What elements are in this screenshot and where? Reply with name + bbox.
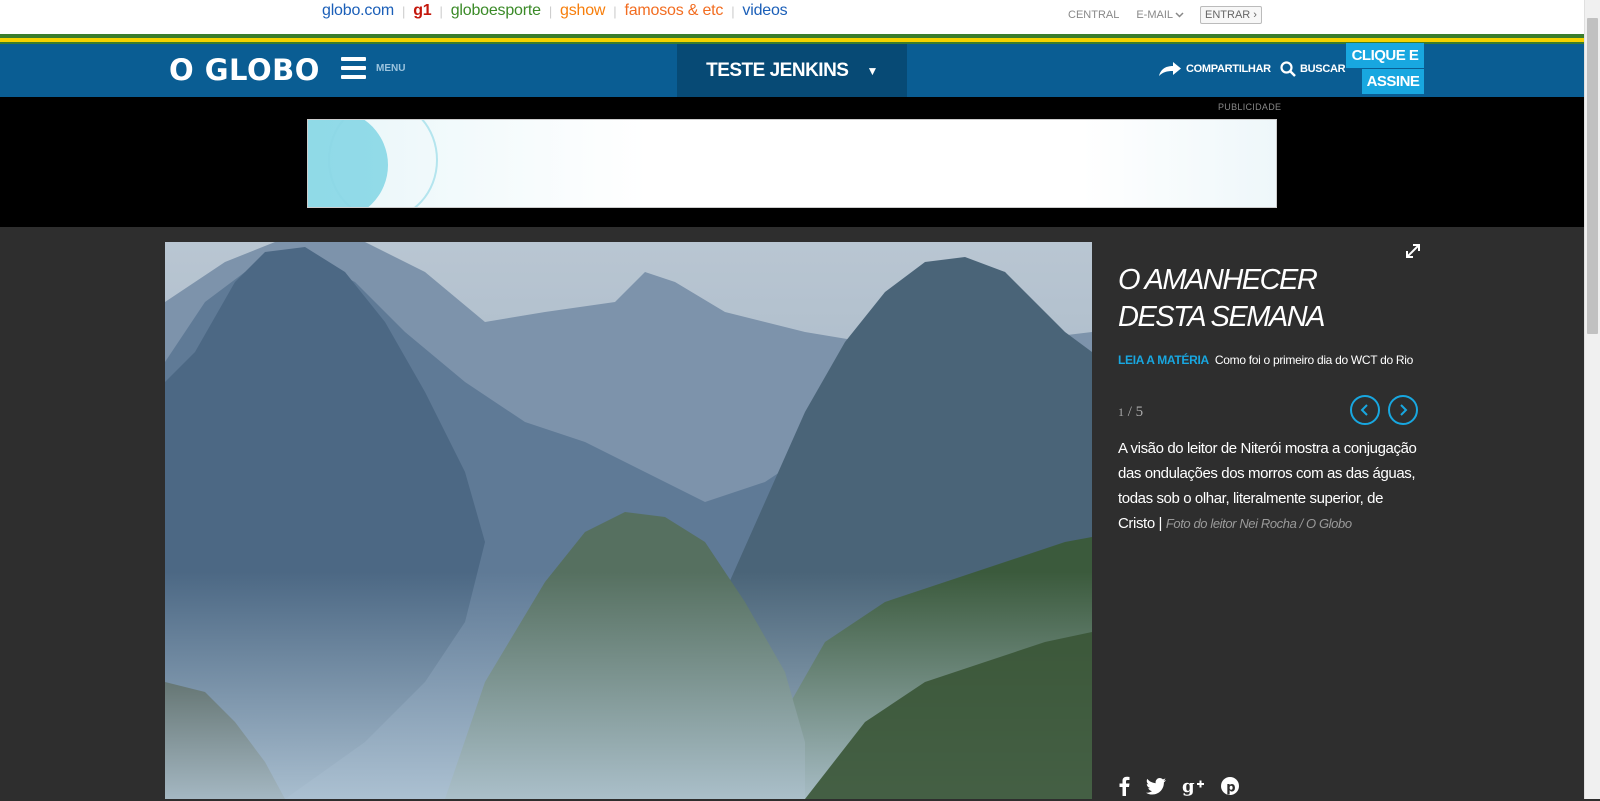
expand-fullscreen-icon[interactable] bbox=[1404, 242, 1422, 260]
subscribe-line1: CLIQUE E bbox=[1346, 43, 1424, 68]
svg-text:g: g bbox=[1182, 776, 1195, 796]
subscribe-line2: ASSINE bbox=[1362, 69, 1424, 94]
gallery-photo[interactable] bbox=[165, 242, 1092, 799]
search-icon bbox=[1280, 61, 1296, 77]
link-gshow[interactable]: gshow bbox=[560, 2, 605, 20]
share-button[interactable]: COMPARTILHAR bbox=[1158, 61, 1271, 77]
chevron-down-icon bbox=[1175, 12, 1184, 18]
scrollbar-thumb[interactable] bbox=[1587, 18, 1598, 334]
previous-photo-button[interactable] bbox=[1350, 395, 1380, 425]
chevron-left-icon bbox=[1360, 404, 1368, 416]
gallery-title: O AMANHECER DESTA SEMANA bbox=[1118, 264, 1326, 333]
google-plus-icon[interactable]: g bbox=[1182, 776, 1204, 801]
share-arrow-icon bbox=[1159, 62, 1181, 76]
separator: | bbox=[548, 3, 552, 19]
advertising-area: PUBLICIDADE bbox=[0, 97, 1584, 227]
link-videos[interactable]: videos bbox=[742, 2, 787, 20]
publicidade-label: PUBLICIDADE bbox=[1218, 102, 1282, 112]
ad-decor-ring bbox=[328, 120, 438, 207]
pinterest-icon[interactable]: p bbox=[1220, 776, 1240, 801]
central-link[interactable]: CENTRAL bbox=[1068, 9, 1119, 21]
facebook-icon[interactable] bbox=[1118, 776, 1130, 801]
caption-separator: | bbox=[1154, 515, 1166, 532]
o-globo-logo[interactable]: O GLOBO bbox=[169, 53, 320, 87]
read-article-link[interactable]: LEIA A MATÉRIA Como foi o primeiro dia d… bbox=[1118, 353, 1413, 367]
menu-button[interactable]: MENU bbox=[341, 57, 405, 79]
search-button[interactable]: BUSCAR bbox=[1280, 61, 1346, 77]
photo-credit: Foto do leitor Nei Rocha / O Globo bbox=[1165, 516, 1352, 531]
social-share-bar: g p bbox=[1118, 776, 1240, 801]
link-globo-com[interactable]: globo.com bbox=[322, 2, 394, 20]
hamburger-icon bbox=[341, 57, 366, 79]
search-label: BUSCAR bbox=[1300, 63, 1346, 75]
read-article-title: Como foi o primeiro dia do WCT do Rio bbox=[1214, 353, 1413, 367]
share-label: COMPARTILHAR bbox=[1186, 63, 1271, 75]
separator: | bbox=[439, 3, 443, 19]
network-links: globo.com | g1 | globoesporte | gshow | … bbox=[322, 2, 788, 20]
photo-counter: 1 / 5 bbox=[1118, 404, 1143, 421]
twitter-icon[interactable] bbox=[1146, 777, 1166, 800]
read-article-label: LEIA A MATÉRIA bbox=[1118, 353, 1209, 367]
menu-label: MENU bbox=[376, 62, 406, 74]
counter-total: / 5 bbox=[1127, 404, 1144, 420]
section-title: TESTE JENKINS bbox=[706, 59, 849, 81]
section-selector[interactable]: TESTE JENKINS ▼ bbox=[677, 44, 907, 97]
vertical-scrollbar[interactable] bbox=[1584, 0, 1600, 799]
entrar-button[interactable]: ENTRAR › bbox=[1200, 6, 1262, 24]
mountain-landscape-image bbox=[165, 242, 1092, 799]
counter-current: 1 bbox=[1118, 405, 1124, 419]
chevron-right-icon bbox=[1400, 404, 1408, 416]
separator: | bbox=[402, 3, 406, 19]
subscribe-button[interactable]: CLIQUE E ASSINE bbox=[1346, 43, 1424, 94]
link-g1[interactable]: g1 bbox=[413, 2, 431, 20]
photo-caption: A visão do leitor de Niterói mostra a co… bbox=[1118, 436, 1418, 536]
separator: | bbox=[613, 3, 617, 19]
globo-network-bar: globo.com | g1 | globoesporte | gshow | … bbox=[0, 0, 1584, 34]
svg-text:p: p bbox=[1226, 781, 1235, 796]
ad-banner[interactable] bbox=[307, 119, 1277, 208]
separator: | bbox=[731, 3, 735, 19]
user-area: CENTRAL E-MAIL ENTRAR › bbox=[1068, 6, 1262, 24]
email-label: E-MAIL bbox=[1136, 9, 1174, 21]
link-globoesporte[interactable]: globoesporte bbox=[451, 2, 541, 20]
email-dropdown[interactable]: E-MAIL bbox=[1136, 9, 1184, 21]
next-photo-button[interactable] bbox=[1388, 395, 1418, 425]
caret-down-icon: ▼ bbox=[866, 63, 878, 78]
link-famosos[interactable]: famosos & etc bbox=[624, 2, 723, 20]
site-header: O GLOBO MENU TESTE JENKINS ▼ COMPARTILHA… bbox=[0, 43, 1584, 97]
